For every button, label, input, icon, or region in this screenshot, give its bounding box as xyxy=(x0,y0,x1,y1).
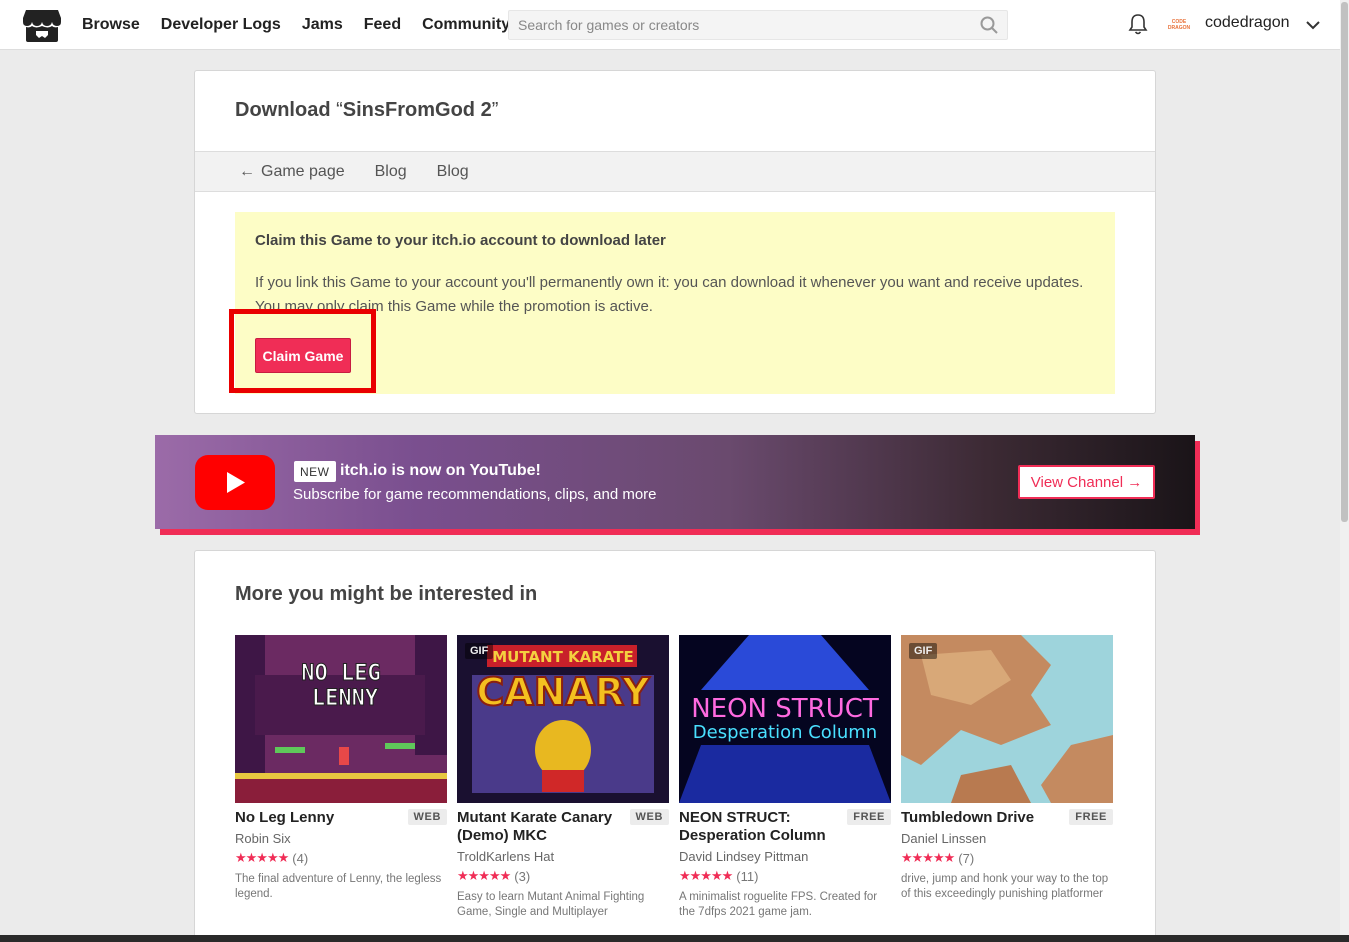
close-quote: ” xyxy=(491,99,499,121)
search-input[interactable] xyxy=(509,11,969,39)
thumb-text-neon-2: Desperation Column xyxy=(693,722,877,743)
rating-count: (11) xyxy=(736,868,759,884)
card-title-row: Mutant Karate Canary (Demo) MKC WEB xyxy=(457,809,669,845)
youtube-logo-icon xyxy=(195,455,275,510)
tab-blog-1[interactable]: Blog xyxy=(375,163,407,181)
card-title-row: NEON STRUCT: Desperation Column FREE xyxy=(679,809,891,845)
game-thumbnail[interactable]: NEON STRUCT Desperation Column xyxy=(679,635,891,803)
game-name: SinsFromGod 2 xyxy=(342,99,492,121)
arrow-left-icon: ← xyxy=(239,162,255,180)
game-description: A minimalist roguelite FPS. Created for … xyxy=(679,891,878,918)
tab-game-page-label: Game page xyxy=(261,162,345,180)
game-title[interactable]: Mutant Karate Canary (Demo) MKC xyxy=(457,809,622,845)
nav-jams[interactable]: Jams xyxy=(302,16,343,34)
thumb-text-lenny-1: NO LEG xyxy=(301,661,380,686)
thumb-text-neon-1: NEON STRUCT xyxy=(691,694,879,724)
avatar-image: CODE DRAGON xyxy=(1166,12,1192,38)
card-title-row: No Leg Lenny WEB xyxy=(235,809,447,827)
game-card[interactable]: MUTANT KARATE CANARY GIF Mutant Karate C… xyxy=(457,635,669,920)
highlight-box xyxy=(229,309,376,393)
game-description: Easy to learn Mutant Animal Fighting Gam… xyxy=(457,891,645,918)
tab-blog-2[interactable]: Blog xyxy=(437,163,469,181)
youtube-title: itch.io is now on YouTube! xyxy=(340,462,541,479)
recommendations-panel: More you might be interested in NO LEG L… xyxy=(194,550,1156,942)
thumb-text-canary-2: CANARY xyxy=(476,670,650,714)
tab-game-page[interactable]: ← Game page xyxy=(239,163,345,181)
notification-bell-icon[interactable] xyxy=(1128,13,1148,35)
mutant-karate-canary-art: MUTANT KARATE CANARY xyxy=(457,635,669,803)
game-rating: ★★★★★ (3) xyxy=(457,868,669,884)
game-description: drive, jump and honk your way to the top… xyxy=(901,873,1109,900)
view-channel-button[interactable]: View Channel → xyxy=(1018,465,1155,499)
game-title[interactable]: No Leg Lenny xyxy=(235,809,400,827)
nav-community[interactable]: Community xyxy=(422,16,510,34)
nav-developer-logs[interactable]: Developer Logs xyxy=(161,16,281,34)
open-quote: “ xyxy=(336,99,343,121)
gif-badge: GIF xyxy=(909,643,938,659)
youtube-subtitle: Subscribe for game recommendations, clip… xyxy=(293,486,657,503)
game-card[interactable]: NO LEG LENNY No Leg Lenny WEB Robin Six … xyxy=(235,635,447,902)
top-header: Browse Developer Logs Jams Feed Communit… xyxy=(0,0,1340,50)
nav-feed[interactable]: Feed xyxy=(364,16,401,34)
game-author[interactable]: Robin Six xyxy=(235,831,447,846)
platform-badge: WEB xyxy=(407,809,447,825)
youtube-banner: NEW itch.io is now on YouTube! Subscribe… xyxy=(155,435,1195,529)
gif-badge: GIF xyxy=(465,643,494,659)
platform-badge: WEB xyxy=(629,809,669,825)
search-box xyxy=(508,10,1008,40)
main-nav: Browse Developer Logs Jams Feed Communit… xyxy=(82,0,531,50)
rating-count: (3) xyxy=(514,868,531,884)
thumb-text-canary-1: MUTANT KARATE xyxy=(492,648,634,666)
thumb-text-lenny-2: LENNY xyxy=(312,686,379,711)
game-title[interactable]: NEON STRUCT: Desperation Column xyxy=(679,809,844,845)
stars-icon: ★★★★★ xyxy=(679,868,733,883)
neon-struct-art: NEON STRUCT Desperation Column xyxy=(679,635,891,803)
recommendations-heading: More you might be interested in xyxy=(235,583,538,605)
avatar-text-bottom: DRAGON xyxy=(1167,25,1191,31)
claim-text: If you link this Game to your account yo… xyxy=(255,274,1084,315)
game-card[interactable]: NEON STRUCT Desperation Column NEON STRU… xyxy=(679,635,891,920)
rating-count: (4) xyxy=(292,850,309,866)
bottom-bar xyxy=(0,935,1349,942)
search-icon[interactable] xyxy=(980,16,998,34)
stars-icon: ★★★★★ xyxy=(901,850,955,865)
platform-badge: FREE xyxy=(847,809,891,825)
stars-icon: ★★★★★ xyxy=(457,868,511,883)
stars-icon: ★★★★★ xyxy=(235,850,289,865)
game-card[interactable]: GIF Tumbledown Drive FREE Daniel Linssen… xyxy=(901,635,1113,902)
username[interactable]: codedragon xyxy=(1205,14,1290,32)
game-author[interactable]: Daniel Linssen xyxy=(901,831,1113,846)
game-rating: ★★★★★ (4) xyxy=(235,850,447,866)
game-thumbnail[interactable]: GIF xyxy=(901,635,1113,803)
page-title: Download “SinsFromGod 2” xyxy=(235,99,498,122)
scrollbar[interactable] xyxy=(1340,0,1349,942)
game-rating: ★★★★★ (7) xyxy=(901,850,1113,866)
game-rating: ★★★★★ (11) xyxy=(679,868,891,884)
title-prefix: Download xyxy=(235,99,337,121)
nav-browse[interactable]: Browse xyxy=(82,16,140,34)
no-leg-lenny-art: NO LEG LENNY xyxy=(235,635,447,803)
game-author[interactable]: TroldKarlens Hat xyxy=(457,849,669,864)
tumbledown-drive-art xyxy=(901,635,1113,803)
platform-badge: FREE xyxy=(1069,809,1113,825)
avatar[interactable]: CODE DRAGON xyxy=(1166,12,1192,38)
claim-title: Claim this Game to your itch.io account … xyxy=(255,232,666,249)
scrollbar-thumb[interactable] xyxy=(1341,2,1348,522)
game-title[interactable]: Tumbledown Drive xyxy=(901,809,1066,827)
game-thumbnail[interactable]: NO LEG LENNY xyxy=(235,635,447,803)
itchio-logo-icon[interactable] xyxy=(22,8,62,44)
chevron-down-icon[interactable] xyxy=(1304,16,1322,34)
card-title-row: Tumbledown Drive FREE xyxy=(901,809,1113,827)
rating-count: (7) xyxy=(958,850,975,866)
new-badge: NEW xyxy=(294,461,336,482)
game-author[interactable]: David Lindsey Pittman xyxy=(679,849,891,864)
game-description: The final adventure of Lenny, the legles… xyxy=(235,873,442,900)
game-tabs: ← Game page Blog Blog xyxy=(195,151,1155,192)
game-thumbnail[interactable]: MUTANT KARATE CANARY GIF xyxy=(457,635,669,803)
